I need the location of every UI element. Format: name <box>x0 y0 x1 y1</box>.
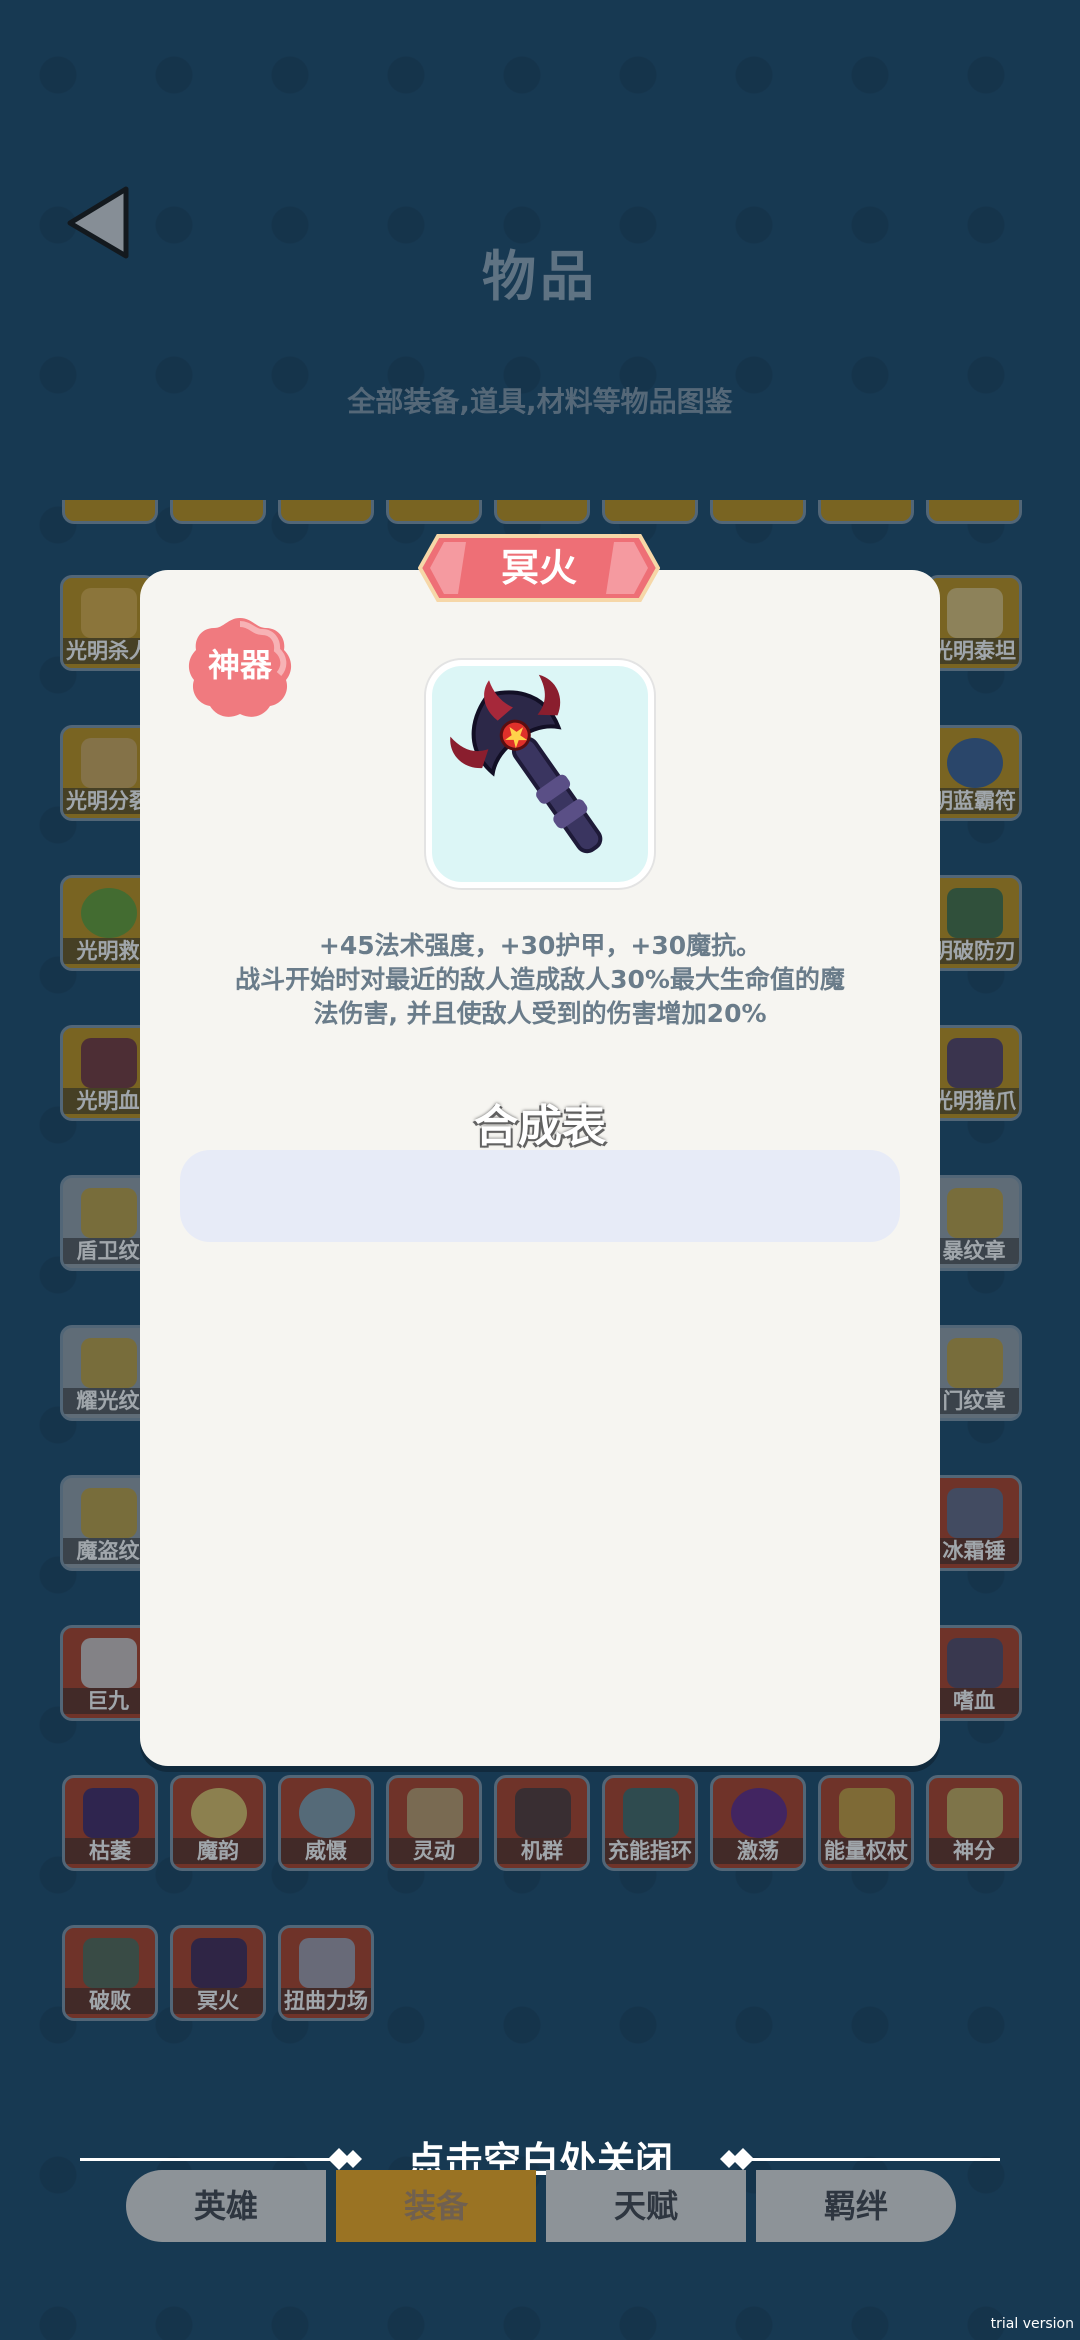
item-description-line: 法伤害, 并且使敌人受到的伤害增加20% <box>313 999 767 1028</box>
dark-flame-staff-icon <box>450 674 603 854</box>
recipe-box <box>180 1150 900 1242</box>
rarity-label: 神器 <box>207 646 272 684</box>
tab-heroes[interactable]: 英雄 <box>126 2170 326 2242</box>
item-icon-frame <box>426 660 654 888</box>
tab-talents[interactable]: 天赋 <box>546 2170 746 2242</box>
tab-bonds[interactable]: 羁绊 <box>756 2170 956 2242</box>
item-description-line: 战斗开始时对最近的敌人造成敌人30%最大生命值的魔 <box>235 965 845 994</box>
watermark: trial version <box>990 2316 1074 2332</box>
item-description-line: +45法术强度，+30护甲，+30魔抗。 <box>318 931 762 960</box>
tab-equipment[interactable]: 装备 <box>336 2170 536 2242</box>
recipe-title: 合成表 <box>474 1101 606 1152</box>
item-name: 冥火 <box>500 546 577 590</box>
